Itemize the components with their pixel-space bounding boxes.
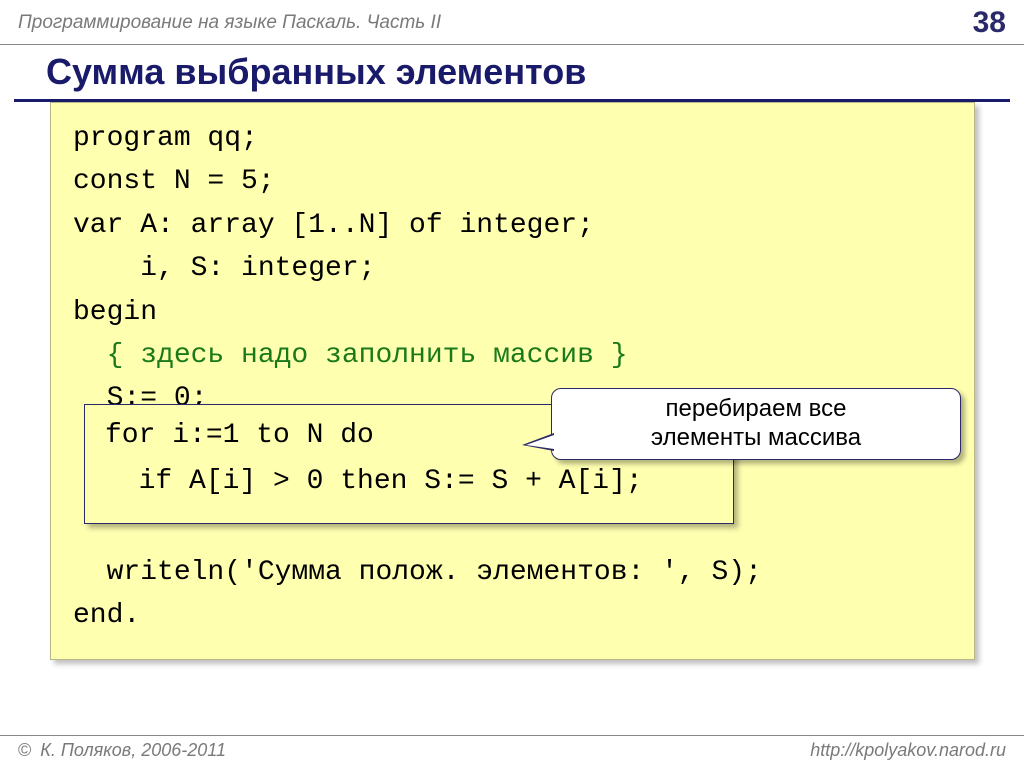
code-line: begin [73, 297, 157, 328]
footer-copyright-text: К. Поляков, 2006-2011 [35, 740, 226, 760]
slide-footer: © К. Поляков, 2006-2011 http://kpolyakov… [0, 735, 1024, 767]
code-line: const N = 5; [73, 166, 275, 197]
code-line: var A: array [1..N] of integer; [73, 210, 594, 241]
slide-title: Сумма выбранных элементов [14, 45, 1010, 102]
callout-text: перебираем все элементы массива [651, 395, 861, 453]
code-block: program qq; const N = 5; var A: array [1… [50, 102, 975, 660]
code-line: end. [73, 600, 140, 631]
slide-header: Программирование на языке Паскаль. Часть… [0, 0, 1024, 45]
footer-url: http://kpolyakov.narod.ru [810, 740, 1006, 761]
code-line: for i:=1 to N do [105, 420, 374, 451]
page-number: 38 [973, 6, 1006, 40]
footer-copyright: © К. Поляков, 2006-2011 [18, 740, 226, 761]
code-line: program qq; [73, 123, 258, 154]
callout-annotation: перебираем все элементы массива [551, 388, 961, 460]
header-title: Программирование на языке Паскаль. Часть… [18, 12, 441, 34]
code-line: i, S: integer; [73, 253, 375, 284]
code-line: writeln('Сумма полож. элементов: ', S); [73, 557, 762, 588]
code-comment: { здесь надо заполнить массив } [73, 340, 628, 371]
code-line: if A[i] > 0 then S:= S + A[i]; [105, 466, 643, 497]
copyright-symbol-icon: © [18, 740, 31, 760]
callout-tail [526, 435, 554, 449]
